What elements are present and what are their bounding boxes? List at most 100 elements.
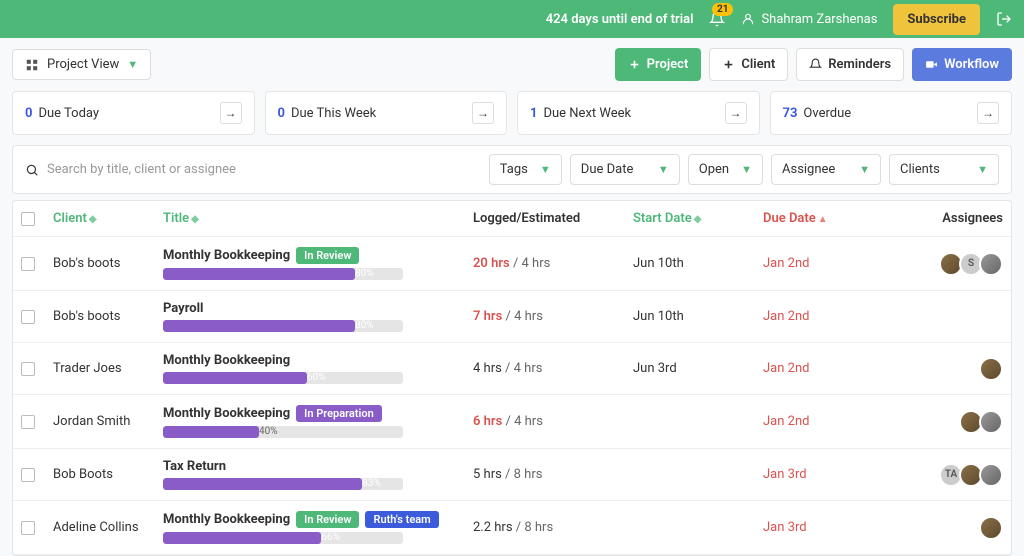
video-icon [925,58,938,71]
task-title: Monthly BookkeepingIn ReviewRuth's team [163,511,453,528]
progress-text: 83% [362,478,385,490]
table-row[interactable]: Jordan Smith Monthly BookkeepingIn Prepa… [13,395,1011,449]
due-date-cell: Jan 2nd [763,256,903,271]
summary-label: Due Today [38,106,99,121]
status-tag: In Preparation [296,405,382,422]
logout-icon[interactable] [996,11,1012,27]
task-title: Payroll [163,301,453,316]
chevron-down-icon: ▼ [859,163,870,176]
arrow-right-icon[interactable]: → [725,102,747,124]
progress-text: 60% [307,372,330,384]
summary-count: 0 [25,106,32,121]
logged-cell: 6 hrs / 4 hrs [473,414,633,429]
search-icon [25,163,39,177]
row-checkbox[interactable] [21,415,35,429]
task-cell: Monthly Bookkeeping 60% [163,353,473,384]
clients-filter[interactable]: Clients▼ [889,154,999,185]
due-date-cell: Jan 2nd [763,309,903,324]
assignee-filter[interactable]: Assignee▼ [771,154,881,185]
user-menu[interactable]: Shahram Zarshenas [741,12,877,27]
assignees-cell [903,357,1003,381]
project-view-label: Project View [47,57,119,72]
client-cell: Trader Joes [53,361,163,376]
due-date-filter[interactable]: Due Date▼ [570,154,680,185]
task-cell: Monthly BookkeepingIn Review 80% [163,247,473,280]
task-title: Monthly BookkeepingIn Preparation [163,405,453,422]
chevron-down-icon: ▼ [540,163,551,176]
due-date-cell: Jan 3rd [763,467,903,482]
summary-count: 1 [530,106,537,121]
filter-bar: Tags▼ Due Date▼ Open▼ Assignee▼ Clients▼ [12,145,1012,194]
search-input[interactable] [47,162,481,177]
table-row[interactable]: Trader Joes Monthly Bookkeeping 60% 4 hr… [13,343,1011,395]
task-cell: Payroll 80% [163,301,473,332]
subscribe-button[interactable]: Subscribe [893,4,980,35]
task-title: Monthly Bookkeeping [163,353,453,368]
select-all-checkbox[interactable] [21,212,35,226]
notification-badge: 21 [712,3,733,16]
sort-icon: ◆ [89,214,97,225]
col-title[interactable]: Title◆ [163,211,473,226]
avatar[interactable] [979,252,1003,276]
table-row[interactable]: Bob's boots Monthly BookkeepingIn Review… [13,237,1011,291]
add-project-button[interactable]: Project [615,48,702,81]
table-row[interactable]: Adeline Collins Monthly BookkeepingIn Re… [13,501,1011,555]
chevron-down-icon: ▼ [127,58,138,71]
reminders-button[interactable]: Reminders [796,48,904,81]
logged-cell: 2.2 hrs / 8 hrs [473,520,633,535]
bell-icon [809,58,822,71]
progress-text: 80% [355,320,378,332]
project-view-dropdown[interactable]: Project View ▼ [12,49,151,80]
plus-icon [722,58,735,71]
avatar[interactable] [979,357,1003,381]
client-cell: Adeline Collins [53,520,163,535]
chevron-down-icon: ▼ [658,163,669,176]
avatar[interactable] [979,410,1003,434]
toolbar: Project View ▼ Project Client Reminders … [0,38,1024,91]
add-client-button[interactable]: Client [709,48,788,81]
avatar[interactable] [979,516,1003,540]
summary-label: Overdue [803,106,851,121]
logged-cell: 7 hrs / 4 hrs [473,309,633,324]
chevron-down-icon: ▼ [977,163,988,176]
task-title: Tax Return [163,459,453,474]
tags-filter[interactable]: Tags▼ [489,154,562,185]
row-checkbox[interactable] [21,362,35,376]
summary-cards: 0Due Today→0Due This Week→1Due Next Week… [0,91,1024,145]
grid-icon [25,58,39,72]
status-filter[interactable]: Open▼ [688,154,763,185]
summary-card[interactable]: 0 Due Today → [12,91,255,135]
arrow-right-icon[interactable]: → [977,102,999,124]
col-client[interactable]: Client◆ [53,211,163,226]
row-checkbox[interactable] [21,257,35,271]
table-row[interactable]: Bob Boots Tax Return 83% 5 hrs / 8 hrs J… [13,449,1011,501]
summary-count: 0 [278,106,285,121]
task-cell: Monthly BookkeepingIn ReviewRuth's team … [163,511,473,544]
progress-text: 40% [259,426,282,438]
col-start[interactable]: Start Date◆ [633,211,763,226]
summary-card[interactable]: 73Overdue→ [770,91,1013,135]
table-header: Client◆ Title◆ Logged/Estimated Start Da… [13,201,1011,237]
avatar[interactable] [979,463,1003,487]
task-cell: Tax Return 83% [163,459,473,490]
start-date-cell: Jun 10th [633,256,763,271]
summary-card[interactable]: 0 Due This Week → [265,91,508,135]
arrow-right-icon[interactable]: → [472,102,494,124]
progress-text: 80% [355,268,378,280]
progress-bar: 83% [163,478,403,490]
table-row[interactable]: Bob's boots Payroll 80% 7 hrs / 4 hrs Ju… [13,291,1011,343]
summary-label: Due This Week [291,106,376,121]
sort-icon: ◆ [694,214,702,225]
status-tag: In Review [296,511,359,528]
summary-card[interactable]: 1Due Next Week→ [517,91,760,135]
workflow-button[interactable]: Workflow [912,48,1012,81]
arrow-right-icon[interactable]: → [220,102,242,124]
row-checkbox[interactable] [21,521,35,535]
col-due[interactable]: Due Date▲ [763,211,903,226]
progress-bar: 60% [163,372,403,384]
row-checkbox[interactable] [21,468,35,482]
notifications-button[interactable]: 21 [709,11,725,27]
client-cell: Jordan Smith [53,414,163,429]
search-wrap [25,162,481,177]
row-checkbox[interactable] [21,310,35,324]
